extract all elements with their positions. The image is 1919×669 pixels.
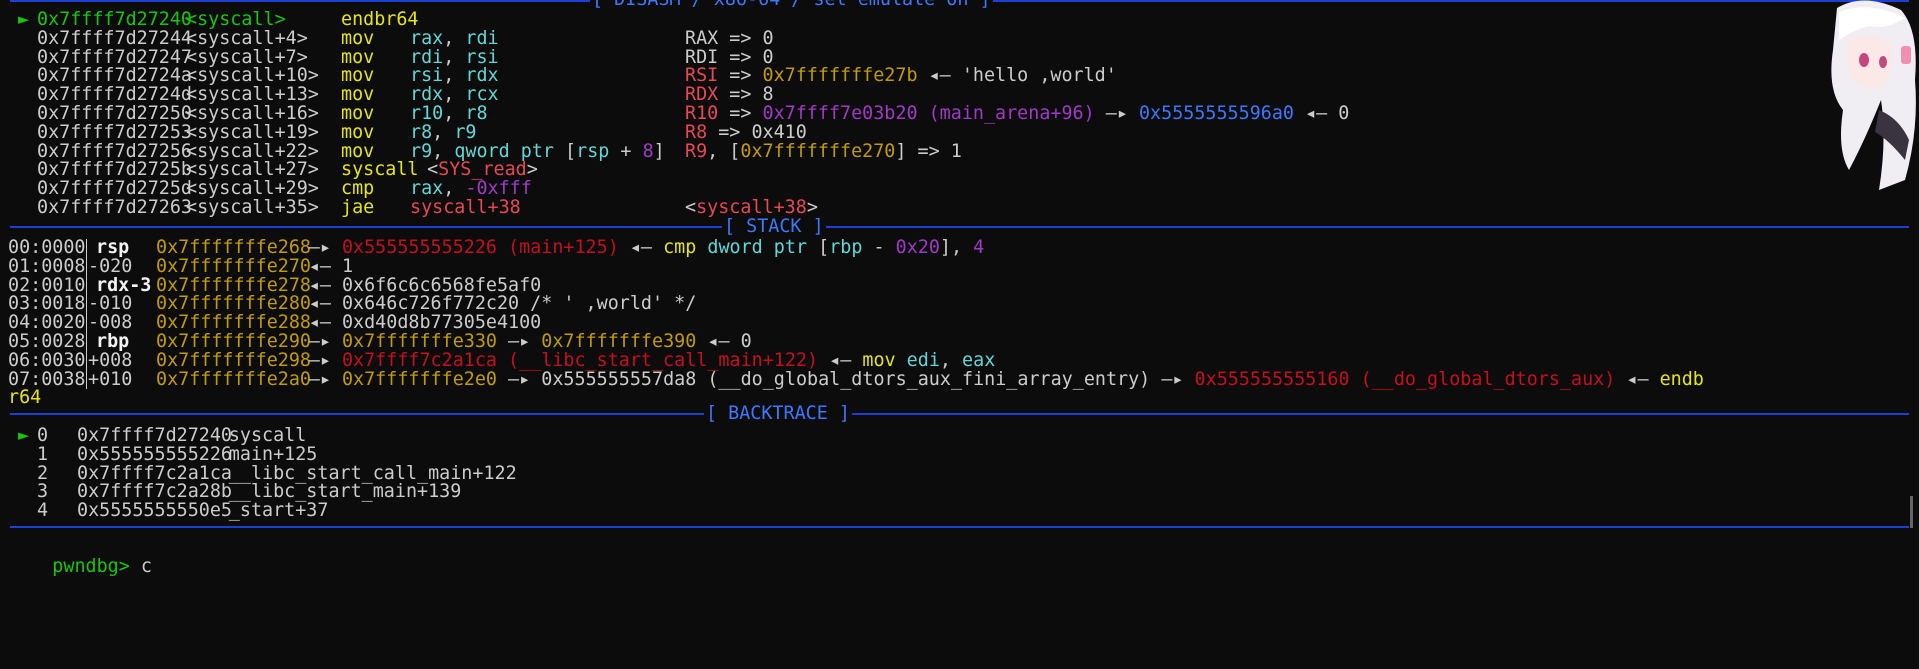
text-span: 0x7fffffffe27b — [762, 65, 918, 87]
text-span: , [ — [707, 140, 741, 162]
stack-deref-chain: —▸ 0x555555555226 (main+125) ◂— cmp dwor… — [298, 236, 985, 259]
prompt-line[interactable]: pwndbg> c — [8, 532, 152, 577]
text-span: 4 — [973, 237, 985, 258]
disasm-mnemonic: jae — [341, 197, 375, 218]
text-span: 0x5555555596a0 — [1138, 103, 1294, 124]
prompt-label: pwndbg> — [52, 556, 141, 577]
stack-title: [ STACK ] — [722, 215, 826, 238]
text-span: ◂— — [1615, 368, 1660, 390]
disasm-symbol: <syscall+35> — [186, 197, 319, 218]
prompt-command[interactable]: c — [141, 556, 152, 577]
frame-number: 4 — [37, 500, 49, 522]
disasm-title: [ DISASM / x86-64 / set emulate on ] — [590, 0, 993, 11]
text-span: ◂— 0 — [1294, 103, 1350, 124]
text-span: 0x7fffffffe270 — [740, 140, 896, 162]
text-span: —▸ — [297, 368, 342, 390]
text-span: —▸ — [496, 368, 542, 390]
text-span: rbp — [829, 237, 863, 258]
backtrace-title: [ BACKTRACE ] — [704, 402, 852, 425]
text-span: dword ptr — [707, 237, 819, 258]
text-span: —▸ — [1150, 368, 1195, 390]
text-span: - — [862, 237, 896, 258]
stack-rule — [10, 226, 1909, 228]
text-span: ◂— 'hello ,world' — [917, 65, 1117, 87]
text-span: 0x555555555160 (__do_global_dtors_aux) — [1194, 368, 1616, 390]
text-span: 0x555555557da8 (__do_global_dtors_aux_fi… — [541, 368, 1151, 390]
text-span: ] => 1 — [895, 140, 962, 162]
text-span: 0x7fffffffe2e0 — [341, 368, 497, 390]
backtrace-rule — [10, 413, 1909, 415]
stack-deref-chain: —▸ 0x7fffffffe2e0 —▸ 0x555555557da8 (__d… — [298, 368, 1704, 391]
stack-address: 0x7fffffffe2a0 — [156, 368, 312, 390]
scrollbar-thumb[interactable] — [1910, 496, 1913, 528]
text-span: —▸ — [1094, 103, 1139, 124]
bottom-rule — [10, 526, 1909, 528]
text-span: ] — [653, 140, 665, 162]
text-span: 0x555555555226 (main+125) — [341, 237, 619, 258]
text-span: ◂— — [618, 237, 664, 258]
text-span: [ — [818, 237, 830, 258]
text-span: 0x7ffff7e03b20 (main_arena+96) — [762, 103, 1095, 124]
disasm-operand: syscall+38 — [410, 197, 521, 218]
avatar-image — [1831, 0, 1916, 191]
disasm-address: 0x7ffff7d27263 — [37, 197, 193, 218]
frame-address: 0x5555555550e5 — [77, 500, 233, 522]
text-span: cmp — [663, 237, 708, 258]
text-span: 0x20 — [895, 237, 940, 258]
text-span: 8 — [642, 140, 654, 162]
text-span: R9 — [685, 140, 708, 162]
stack-offset: +010 — [88, 368, 133, 390]
stack-separator — [86, 239, 87, 390]
current-pc-marker: ► — [18, 9, 30, 30]
text-span: + — [609, 140, 643, 162]
disasm-comment: R9, [0x7fffffffe270] => 1 — [685, 140, 962, 163]
text-span: [ — [553, 140, 577, 162]
terminal[interactable]: [ DISASM / x86-64 / set emulate on ] ► 0x… — [0, 0, 1919, 669]
current-frame-marker: ► — [18, 425, 30, 446]
text-span: rsp — [576, 140, 610, 162]
text-span: < — [685, 197, 697, 218]
frame-function: _start+37 — [228, 500, 329, 522]
text-span: ], — [939, 237, 974, 258]
text-span: endb — [1659, 368, 1704, 390]
stack-wrap-text: r64 — [8, 387, 42, 409]
